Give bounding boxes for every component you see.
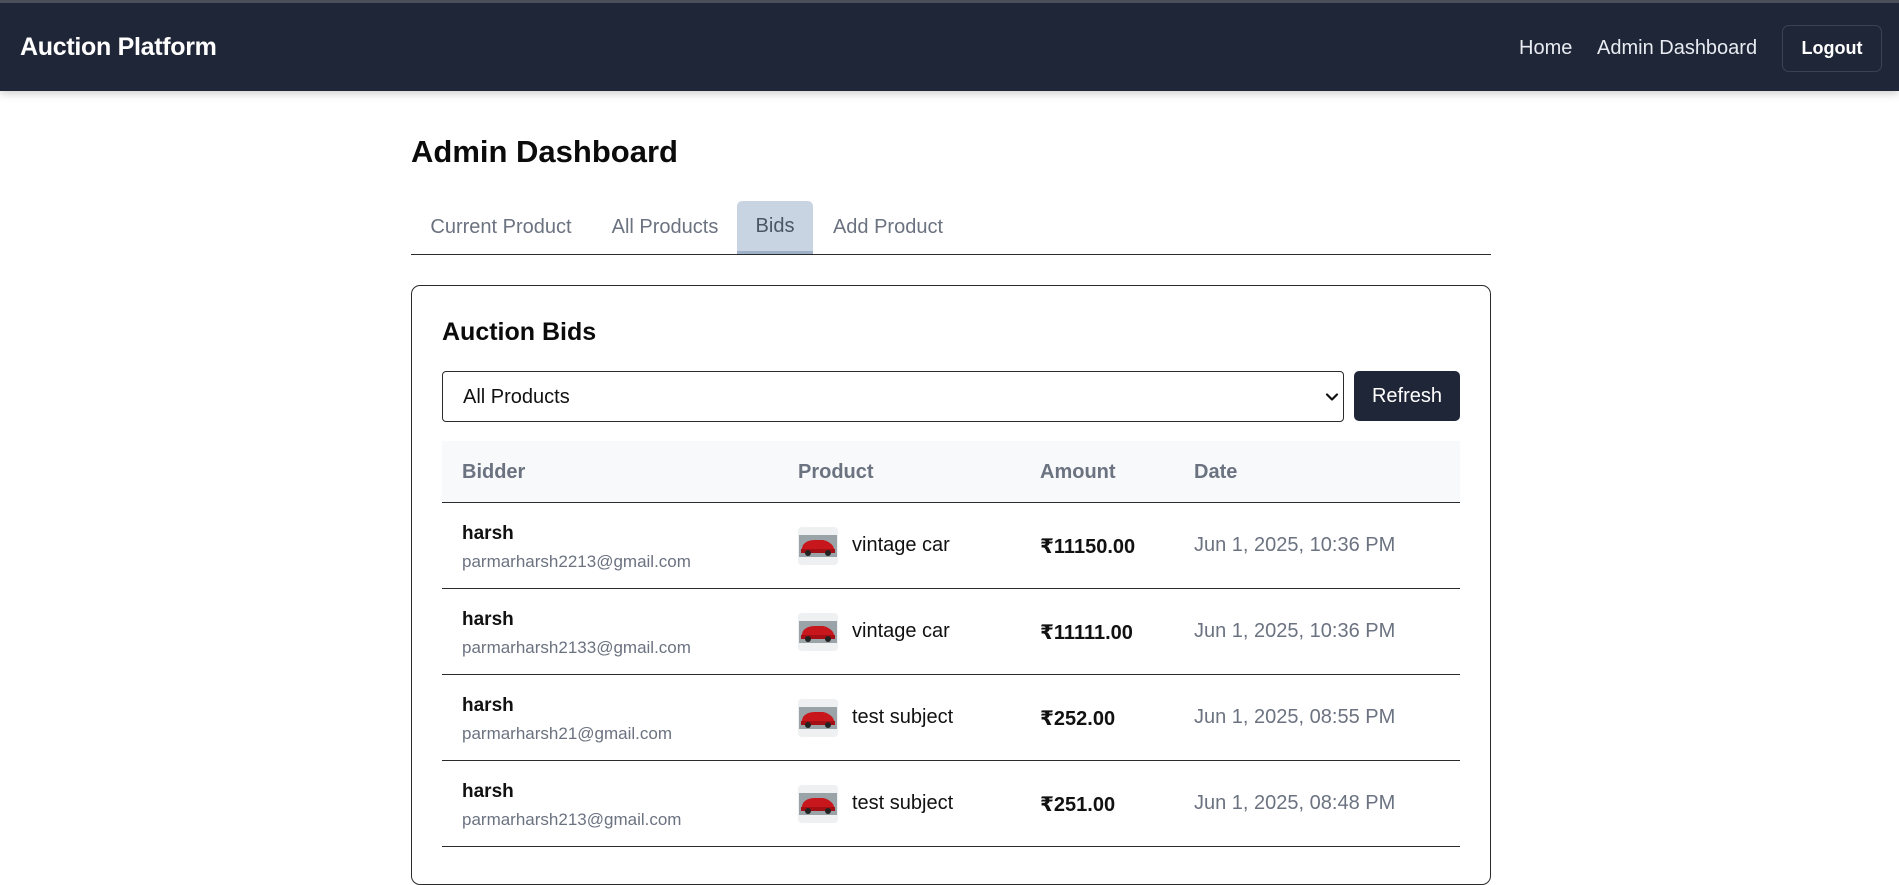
tab-bids[interactable]: Bids — [737, 201, 813, 254]
column-header-bidder: Bidder — [462, 461, 526, 483]
product-thumbnail — [798, 785, 838, 823]
product-name: vintage car — [852, 620, 950, 642]
product-name: test subject — [852, 792, 954, 814]
table-row: harsh parmarharsh2133@gmail.com vintage … — [442, 589, 1460, 675]
bid-amount: ₹252.00 — [1040, 708, 1116, 730]
nav-link-admin-dashboard[interactable]: Admin Dashboard — [1597, 37, 1757, 60]
card-title: Auction Bids — [442, 318, 597, 346]
column-header-date: Date — [1194, 461, 1238, 483]
bid-date: Jun 1, 2025, 08:48 PM — [1194, 792, 1396, 814]
bidder-name: harsh — [462, 609, 514, 630]
bid-date: Jun 1, 2025, 10:36 PM — [1194, 534, 1396, 556]
tab-all-products[interactable]: All Products — [591, 201, 739, 254]
car-icon — [798, 613, 838, 651]
table-row: harsh parmarharsh21@gmail.com test subje… — [442, 675, 1460, 761]
bidder-email: parmarharsh21@gmail.com — [462, 724, 673, 743]
bid-date: Jun 1, 2025, 08:55 PM — [1194, 706, 1396, 728]
dashboard-tabs: Current Product All Products Bids Add Pr… — [411, 201, 1491, 255]
car-icon — [798, 785, 838, 823]
brand-logo[interactable]: Auction Platform — [20, 33, 217, 62]
bidder-name: harsh — [462, 781, 514, 802]
bidder-name: harsh — [462, 695, 514, 716]
bid-amount: ₹251.00 — [1040, 794, 1116, 816]
bid-amount: ₹11150.00 — [1040, 536, 1136, 558]
table-header: Bidder Product Amount Date — [442, 441, 1460, 503]
page-title: Admin Dashboard — [411, 134, 678, 169]
bid-amount: ₹11111.00 — [1040, 622, 1133, 644]
refresh-button[interactable]: Refresh — [1354, 371, 1460, 421]
car-icon — [798, 527, 838, 565]
bidder-email: parmarharsh2213@gmail.com — [462, 552, 691, 571]
bidder-name: harsh — [462, 523, 514, 544]
product-thumbnail — [798, 527, 838, 565]
tab-current-product[interactable]: Current Product — [411, 201, 591, 254]
car-icon — [798, 699, 838, 737]
bids-table: Bidder Product Amount Date harsh parmarh… — [442, 441, 1460, 847]
product-name: test subject — [852, 706, 954, 728]
table-row: harsh parmarharsh2213@gmail.com vintage … — [442, 503, 1460, 589]
auction-bids-card: Auction Bids All Products Refresh Bidder… — [411, 285, 1491, 885]
table-row: harsh parmarharsh213@gmail.com test subj… — [442, 761, 1460, 847]
product-filter-value: All Products — [463, 386, 570, 408]
bidder-email: parmarharsh213@gmail.com — [462, 810, 682, 829]
tab-add-product[interactable]: Add Product — [813, 201, 963, 254]
bid-date: Jun 1, 2025, 10:36 PM — [1194, 620, 1396, 642]
product-thumbnail — [798, 613, 838, 651]
chevron-down-icon — [1325, 393, 1339, 401]
nav-link-home[interactable]: Home — [1519, 37, 1572, 60]
column-header-amount: Amount — [1040, 461, 1116, 483]
logout-button[interactable]: Logout — [1782, 25, 1882, 72]
product-name: vintage car — [852, 534, 950, 556]
product-thumbnail — [798, 699, 838, 737]
top-navbar: Auction Platform Home Admin Dashboard Lo… — [0, 0, 1899, 91]
column-header-product: Product — [798, 461, 874, 483]
bidder-email: parmarharsh2133@gmail.com — [462, 638, 691, 657]
product-filter-select[interactable]: All Products — [442, 371, 1344, 422]
